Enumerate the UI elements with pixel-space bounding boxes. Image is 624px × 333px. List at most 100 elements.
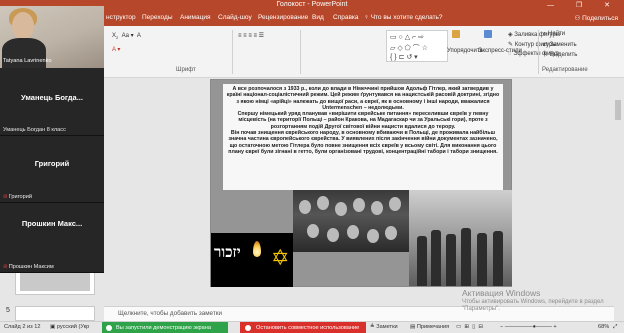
memorial-candle-image[interactable]: יזכור ✡ <box>211 233 293 287</box>
video-call-panel: Tatyana Lavrinenko Уманець Богда... Уман… <box>0 6 104 273</box>
candle-flame-icon <box>253 241 261 257</box>
replace-button[interactable]: ⇄ Заменить <box>543 41 577 48</box>
prisoners-photo[interactable] <box>409 190 512 286</box>
tab-design[interactable]: нструктор <box>106 14 136 21</box>
star-of-david-icon: ✡ <box>271 245 290 270</box>
slide-paragraph: Спершу німецький уряд планував «вирішити… <box>237 111 489 130</box>
photo-figure <box>461 228 471 286</box>
tab-view[interactable]: Вид <box>312 14 324 21</box>
quick-styles-icon <box>484 30 492 38</box>
shape-icon: ▱ ◇ ⬠ ⌒ ☆ <box>390 45 428 52</box>
divider <box>300 30 301 74</box>
windows-activation-watermark: Активация Windows Чтобы активировать Win… <box>462 288 624 313</box>
thumbnail-image <box>20 273 90 291</box>
photo-figure <box>446 234 456 286</box>
participant-tile[interactable]: Уманець Богда... Уманець Богдан 8 класс <box>0 68 104 136</box>
photo-figure <box>353 198 365 212</box>
participant-caption: ⊘Прошкин Максим <box>3 264 54 270</box>
photo-figure <box>299 200 311 214</box>
replace-icon: ⇄ <box>543 42 550 48</box>
photo-figure <box>385 226 397 240</box>
view-buttons[interactable]: ▭ ⊞ ▯ ⊟ <box>456 324 483 330</box>
children-photo[interactable] <box>293 190 409 252</box>
comment-icon: ▤ <box>410 324 417 330</box>
stop-icon <box>245 325 251 331</box>
stop-sharing-label: Остановить совместное использование <box>256 324 360 331</box>
lightbulb-icon: ♀ <box>364 14 371 21</box>
screen-sharing-indicator: Вы запустили демонстрацию экрана <box>102 322 228 333</box>
yizkor-text: יזכור <box>214 243 241 261</box>
zoom-slider[interactable]: − ───────●──── + <box>500 324 557 330</box>
sharing-text: Вы запустили демонстрацию экрана <box>116 324 211 331</box>
find-button[interactable]: ⌕ Найти <box>543 31 565 38</box>
select-button[interactable]: ↖ Выделить <box>543 51 577 58</box>
participant-caption: ⊘Григорий <box>3 194 33 200</box>
window-controls[interactable]: — ❐ ✕ <box>547 1 620 9</box>
participant-caption: Уманець Богдан 8 класс <box>3 127 66 133</box>
tab-transitions[interactable]: Переходы <box>142 14 173 21</box>
self-camera-view: Tatyana Lavrinenko <box>0 6 104 68</box>
watermark-title: Активация Windows <box>462 288 541 298</box>
divider <box>232 30 233 74</box>
watermark-text: Чтобы активировать Windows, перейдите в … <box>462 299 604 312</box>
share-button[interactable]: ⚇ Поделиться <box>574 14 618 22</box>
language-indicator[interactable]: ▣ русский (Укр <box>50 324 89 330</box>
stop-sharing-button[interactable]: Остановить совместное использование <box>240 322 366 333</box>
divider <box>538 30 539 74</box>
slide-paragraph: А все розпочалося з 1933 р., коли до вла… <box>226 86 500 111</box>
arrange-icon <box>452 30 460 38</box>
photo-figure <box>307 224 319 238</box>
photo-figure <box>371 201 383 215</box>
photo-figure <box>477 233 487 286</box>
zoom-level[interactable]: 68% <box>598 324 609 330</box>
powerpoint-window: Голокост - PowerPoint — ❐ ✕ нструктор Пе… <box>0 0 624 333</box>
person-face <box>12 12 34 40</box>
vertical-scrollbar[interactable] <box>614 92 622 312</box>
thumbnail-number: 5 <box>6 307 10 314</box>
bold-button[interactable]: X2 Aa ▾ A <box>112 32 141 40</box>
photo-figure <box>347 225 359 239</box>
editing-group-label: Редактирование <box>542 67 588 73</box>
photo-figure <box>317 196 329 210</box>
participant-name: Григорий <box>34 159 70 168</box>
photo-figure <box>367 229 379 243</box>
photo-figure <box>431 230 441 286</box>
slide-counter: Слайд 2 из 12 <box>4 324 41 330</box>
status-bar: Слайд 2 из 12 ▣ русский (Укр Вы запустил… <box>0 321 624 333</box>
slide-text-box[interactable]: А все розпочалося з 1933 р., коли до вла… <box>223 84 503 190</box>
cursor-icon: ↖ <box>543 52 550 58</box>
spellcheck-icon: ▣ <box>50 324 57 330</box>
shape-icon: ▭ ○ △ ⌐ ⇨ <box>390 34 424 41</box>
fit-to-window-icon[interactable]: ⤢ <box>613 324 617 331</box>
photo-figure <box>327 228 339 242</box>
font-color-button[interactable]: A ▾ <box>112 46 120 53</box>
tab-slideshow[interactable]: Слайд-шоу <box>218 14 252 21</box>
font-group-label: Шрифт <box>176 67 196 73</box>
participant-tile[interactable]: Прошкин Макс... ⊘Прошкин Максим <box>0 203 104 273</box>
tab-help[interactable]: Справка <box>333 14 359 21</box>
person-icon: ⚇ <box>574 15 583 22</box>
tab-animations[interactable]: Анимация <box>180 14 211 21</box>
notes-toggle-button[interactable]: ≜ Заметки <box>370 324 398 330</box>
slide-canvas[interactable]: А все розпочалося з 1933 р., коли до вла… <box>210 79 512 287</box>
photo-figure <box>493 231 503 286</box>
paragraph-buttons[interactable]: ≡ ≡ ≡ ≡ ☰ <box>238 32 264 39</box>
shape-icon: { } ⊏ ↺ ▾ <box>390 54 418 61</box>
photo-figure <box>417 236 427 286</box>
shapes-gallery[interactable]: ▭ ○ △ ⌐ ⇨ ▱ ◇ ⬠ ⌒ ☆ { } ⊏ ↺ ▾ <box>386 30 448 62</box>
muted-mic-icon: ⊘ <box>3 194 8 200</box>
self-name: Tatyana Lavrinenko <box>3 58 52 64</box>
scrollbar-thumb[interactable] <box>615 100 621 120</box>
participant-name: Уманець Богда... <box>21 93 83 102</box>
tell-me-search[interactable]: ♀ Что вы хотите сделать? <box>364 14 443 21</box>
arrange-button[interactable] <box>452 30 462 38</box>
slide-paragraph: Він почав знищення єврейського народу, в… <box>228 130 498 155</box>
photo-figure <box>335 202 347 216</box>
pen-icon: ✎ <box>508 42 515 48</box>
photo-figure <box>389 197 401 211</box>
tab-review[interactable]: Рецензирование <box>258 14 308 21</box>
participant-tile[interactable]: Григорий ⊘Григорий <box>0 136 104 203</box>
slide-thumbnail[interactable] <box>15 306 95 321</box>
quick-styles-button[interactable] <box>484 30 494 38</box>
comments-button[interactable]: ▤ Примечания <box>410 324 449 330</box>
